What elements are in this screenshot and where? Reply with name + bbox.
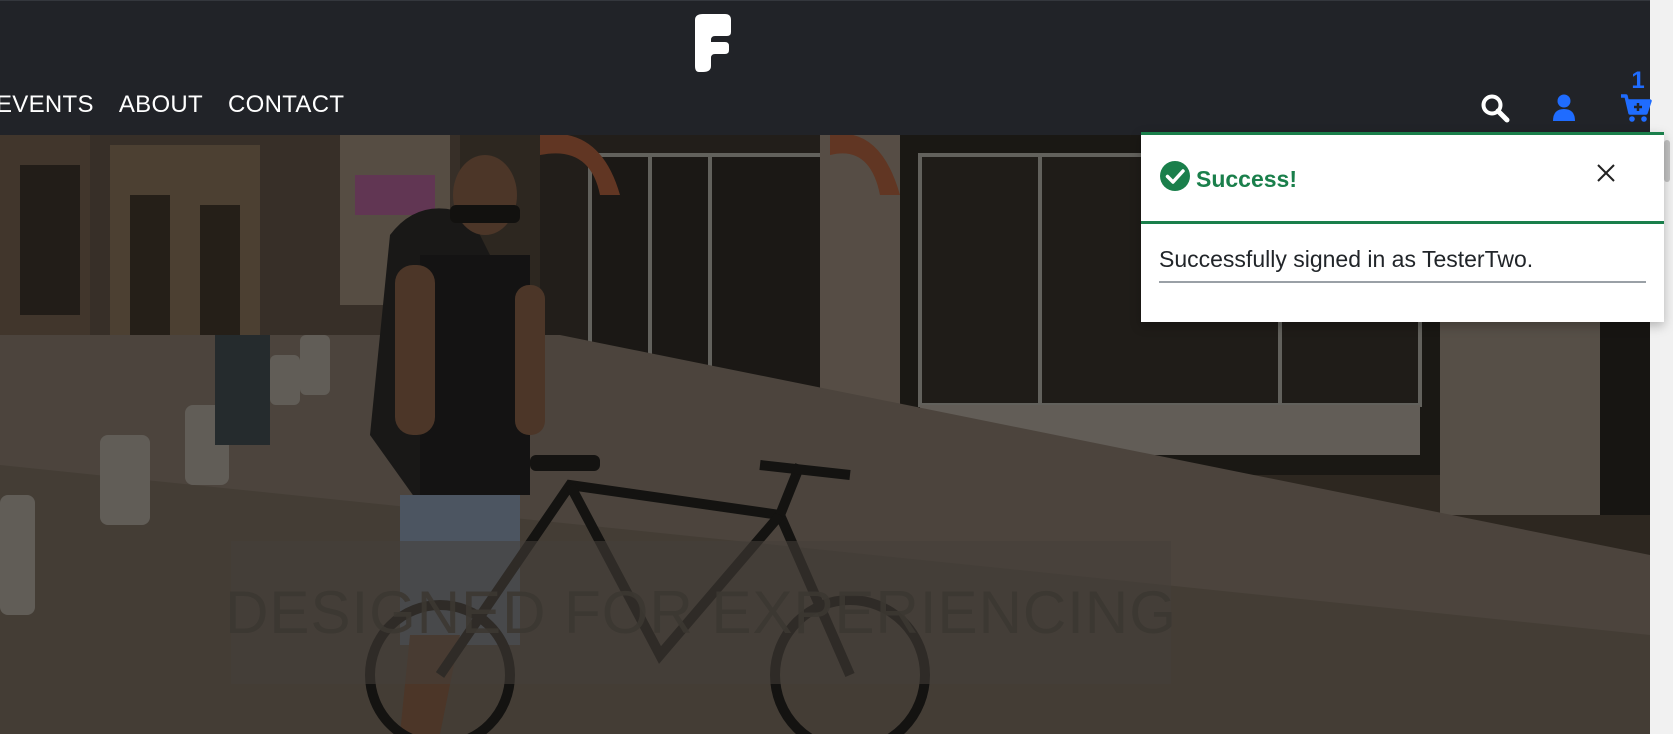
page-scrollbar[interactable] <box>1650 0 1673 734</box>
site-header: EVENTS ABOUT CONTACT 1 <box>0 0 1652 135</box>
nav-item-events[interactable]: EVENTS <box>0 91 94 119</box>
cart-count-badge: 1 <box>1631 67 1645 94</box>
toast-message: Successfully signed in as TesterTwo. <box>1159 246 1646 283</box>
hero-caption-box: DESIGNED FOR EXPERIENCING <box>225 541 1176 684</box>
nav-item-about[interactable]: ABOUT <box>119 91 203 119</box>
close-icon[interactable] <box>1594 161 1618 185</box>
nav-item-contact[interactable]: CONTACT <box>228 91 344 119</box>
brand-f-logo-icon[interactable] <box>689 12 733 72</box>
success-toast: Success! Successfully signed in as Teste… <box>1141 132 1664 322</box>
search-icon[interactable] <box>1480 93 1510 123</box>
cart-icon[interactable] <box>1620 93 1652 123</box>
main-nav: EVENTS ABOUT CONTACT <box>0 91 344 119</box>
scrollbar-thumb[interactable] <box>1664 140 1670 182</box>
user-icon[interactable] <box>1552 94 1576 122</box>
check-circle-icon <box>1160 161 1190 191</box>
toast-body: Successfully signed in as TesterTwo. <box>1141 224 1664 283</box>
toast-header: Success! <box>1141 135 1664 224</box>
toast-title: Success! <box>1196 166 1298 192</box>
hero-caption-text: DESIGNED FOR EXPERIENCING <box>225 579 1177 646</box>
